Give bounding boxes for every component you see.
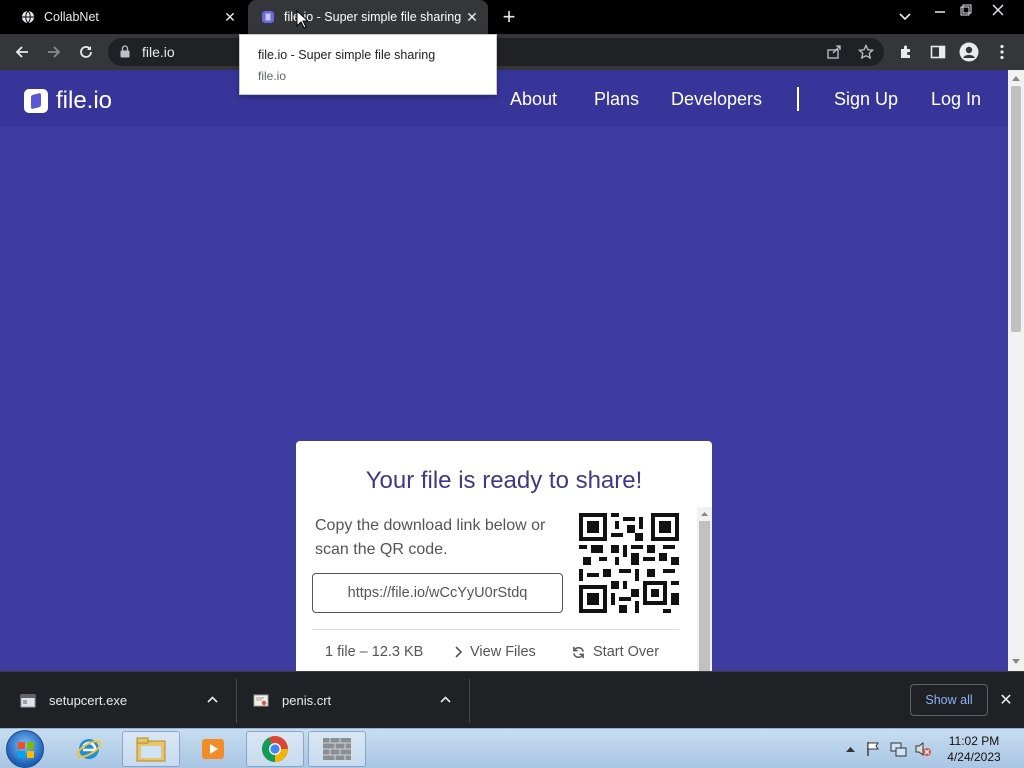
download-filename: setupcert.exe bbox=[49, 693, 128, 708]
chevron-up-icon[interactable] bbox=[440, 696, 451, 703]
tooltip-title: file.io - Super simple file sharing bbox=[258, 48, 436, 62]
download-shelf: setupcert.exe penis.crt Show all ✕ bbox=[0, 671, 1024, 728]
fileio-page: file.io About Plans Developers Sign Up L… bbox=[0, 70, 1008, 671]
restore-button[interactable] bbox=[953, 0, 979, 20]
file-info: 1 file – 12.3 KB bbox=[325, 644, 424, 660]
browser-toolbar: file.io bbox=[0, 34, 1024, 70]
lock-icon[interactable] bbox=[120, 45, 130, 63]
taskbar-media-player[interactable] bbox=[184, 731, 242, 767]
taskbar-internet-explorer[interactable] bbox=[60, 731, 118, 767]
tab-collabnet[interactable]: CollabNet ✕ bbox=[8, 0, 246, 34]
certificate-file-icon bbox=[253, 694, 269, 706]
nav-sign-up[interactable]: Sign Up bbox=[834, 89, 898, 110]
action-center-flag-icon[interactable] bbox=[866, 741, 881, 757]
nav-about[interactable]: About bbox=[510, 89, 557, 110]
nav-plans[interactable]: Plans bbox=[594, 89, 639, 110]
show-all-downloads-button[interactable]: Show all bbox=[910, 684, 988, 716]
nav-divider bbox=[797, 87, 799, 111]
view-files-button[interactable]: View Files bbox=[454, 644, 536, 660]
qr-code[interactable] bbox=[579, 513, 679, 613]
card-description: Copy the download link below or scan the… bbox=[315, 517, 546, 558]
chevron-right-icon bbox=[455, 646, 462, 658]
scroll-down-arrow-icon[interactable] bbox=[1012, 659, 1020, 665]
close-icon[interactable]: ✕ bbox=[220, 7, 240, 27]
fileio-icon bbox=[260, 9, 276, 25]
extensions-puzzle-icon[interactable] bbox=[894, 40, 918, 64]
mouse-cursor-icon bbox=[296, 10, 308, 29]
tab-fileio[interactable]: file.io - Super simple file sharing ✕ bbox=[248, 0, 488, 34]
nav-developers[interactable]: Developers bbox=[671, 89, 762, 110]
taskbar-app-window[interactable] bbox=[308, 731, 366, 767]
download-item-crt[interactable]: penis.crt bbox=[253, 672, 331, 729]
card-scrollbar-thumb[interactable] bbox=[699, 521, 710, 671]
tab-title: file.io - Super simple file sharing bbox=[284, 10, 462, 24]
download-link-field[interactable]: https://file.io/wCcYyU0rStdq bbox=[312, 573, 563, 613]
close-window-button[interactable] bbox=[985, 0, 1011, 20]
close-icon[interactable]: ✕ bbox=[462, 7, 482, 27]
media-player-icon bbox=[202, 739, 224, 759]
page-scrollbar-thumb[interactable] bbox=[1011, 86, 1021, 332]
scroll-up-arrow-icon[interactable] bbox=[1012, 75, 1020, 81]
card-headline: Your file is ready to share! bbox=[365, 467, 643, 494]
clock-time: 11:02 PM bbox=[948, 734, 1000, 748]
chevron-down-icon[interactable] bbox=[894, 6, 916, 28]
volume-muted-icon[interactable] bbox=[914, 740, 932, 758]
share-card: Your file is ready to share! Copy the do… bbox=[296, 441, 712, 671]
reload-icon[interactable] bbox=[74, 40, 98, 64]
download-divider bbox=[469, 679, 470, 723]
forward-arrow-icon[interactable] bbox=[42, 40, 66, 64]
windows-taskbar: 11:02 PM 4/24/2023 bbox=[0, 728, 1024, 768]
tooltip-domain: file.io bbox=[258, 69, 287, 83]
card-scrollbar[interactable] bbox=[697, 507, 712, 671]
windows-start-button[interactable] bbox=[6, 730, 44, 768]
tab-title: CollabNet bbox=[44, 10, 99, 24]
card-divider bbox=[312, 629, 679, 630]
windows-logo-icon bbox=[18, 742, 34, 758]
internet-explorer-icon bbox=[76, 739, 102, 759]
chevron-up-icon[interactable] bbox=[207, 696, 218, 703]
menu-kebab-icon[interactable] bbox=[990, 40, 1014, 64]
minimize-button[interactable] bbox=[927, 0, 953, 20]
profile-avatar-icon[interactable] bbox=[957, 40, 981, 64]
side-panel-icon[interactable] bbox=[926, 40, 950, 64]
download-filename: penis.crt bbox=[282, 693, 332, 708]
chrome-icon bbox=[261, 736, 288, 762]
tab-strip: CollabNet ✕ file.io - Super simple file … bbox=[0, 0, 1024, 34]
site-navbar: file.io About Plans Developers Sign Up L… bbox=[0, 70, 1008, 127]
bookmark-star-icon[interactable] bbox=[854, 40, 878, 64]
start-over-button[interactable]: Start Over bbox=[572, 644, 659, 660]
close-icon[interactable]: ✕ bbox=[996, 688, 1016, 712]
share-icon[interactable] bbox=[822, 40, 846, 64]
clock-date: 4/24/2023 bbox=[947, 750, 1001, 764]
brand-name: file.io bbox=[56, 87, 113, 114]
system-clock[interactable]: 11:02 PM 4/24/2023 bbox=[944, 733, 1004, 765]
fileio-logo-icon bbox=[24, 89, 48, 113]
start-over-label: Start Over bbox=[593, 644, 660, 660]
refresh-icon bbox=[573, 646, 584, 658]
nav-log-in[interactable]: Log In bbox=[931, 89, 981, 110]
view-files-label: View Files bbox=[470, 644, 536, 660]
url-text: file.io bbox=[142, 44, 175, 60]
exe-file-icon bbox=[20, 694, 36, 707]
taskbar-file-explorer[interactable] bbox=[122, 731, 180, 767]
new-tab-button[interactable]: + bbox=[497, 4, 521, 29]
download-divider bbox=[236, 679, 237, 723]
network-icon[interactable] bbox=[890, 741, 908, 757]
download-item-setupcert[interactable]: setupcert.exe bbox=[20, 672, 127, 729]
back-arrow-icon[interactable] bbox=[10, 40, 34, 64]
brick-wall-icon bbox=[323, 738, 351, 760]
fileio-logo[interactable]: file.io bbox=[24, 87, 112, 115]
tab-hover-tooltip: file.io - Super simple file sharing file… bbox=[239, 34, 497, 95]
globe-icon bbox=[20, 9, 36, 25]
chevron-up-icon[interactable] bbox=[846, 746, 855, 752]
page-scrollbar[interactable] bbox=[1008, 70, 1024, 671]
folder-icon bbox=[136, 737, 166, 762]
scroll-up-arrow-icon[interactable] bbox=[701, 511, 708, 516]
taskbar-chrome[interactable] bbox=[246, 731, 304, 767]
